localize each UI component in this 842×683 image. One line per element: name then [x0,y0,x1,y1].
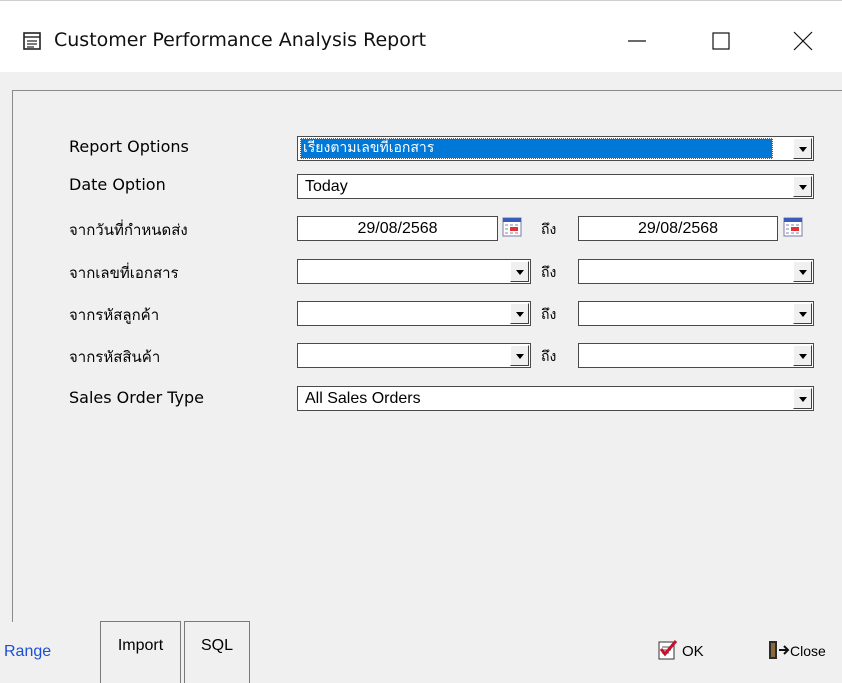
date-from-field[interactable]: 29/08/2568 [297,216,498,241]
product-code-from-select[interactable] [297,343,531,368]
close-icon[interactable] [780,23,826,59]
report-options-label: Report Options [69,137,189,156]
doc-no-to-label: ถึง [541,265,557,281]
date-to-label: ถึง [541,222,557,238]
chevron-down-icon[interactable] [793,345,812,366]
maximize-icon[interactable] [698,23,744,59]
chevron-down-icon[interactable] [793,388,812,409]
report-options-value: เรียงตามเลขที่เอกสาร [300,138,773,159]
minimize-icon[interactable] [614,23,660,59]
tab-range[interactable]: Range [4,643,51,661]
report-icon [23,32,41,50]
chevron-down-icon[interactable] [793,138,812,159]
product-code-to-value [583,345,589,366]
customer-code-from-select[interactable] [297,301,531,326]
product-code-to-select[interactable] [578,343,814,368]
doc-no-from-value [302,261,308,282]
chevron-down-icon[interactable] [793,303,812,324]
sales-order-type-value: All Sales Orders [305,390,421,407]
ok-label: OK [682,643,704,660]
chevron-down-icon[interactable] [793,176,812,197]
date-option-select[interactable]: Today [297,174,814,199]
customer-code-from-value [302,303,308,324]
sales-order-type-select[interactable]: All Sales Orders [297,386,814,411]
report-options-select[interactable]: เรียงตามเลขที่เอกสาร [297,136,814,161]
customer-code-to-select[interactable] [578,301,814,326]
close-label: Close [790,643,826,659]
product-code-from-value [302,345,308,366]
customer-code-to-label: ถึง [541,307,557,323]
tab-import[interactable]: Import [100,621,181,683]
close-button[interactable]: Close [766,638,842,668]
doc-no-to-select[interactable] [578,259,814,284]
calendar-icon[interactable] [502,217,522,237]
sales-order-type-label: Sales Order Type [69,388,204,407]
product-code-to-label: ถึง [541,349,557,365]
ok-button[interactable]: OK [656,638,736,668]
chevron-down-icon[interactable] [510,261,529,282]
date-from-value: 29/08/2568 [357,220,438,237]
exit-door-icon [769,641,790,659]
date-to-value: 29/08/2568 [637,220,719,237]
date-to-field[interactable]: 29/08/2568 [578,216,778,241]
title-bar: Customer Performance Analysis Report [0,0,842,73]
chevron-down-icon[interactable] [510,345,529,366]
doc-no-to-value [583,261,589,282]
tab-sql[interactable]: SQL [184,621,250,683]
tab-import-label: Import [117,637,164,654]
delivery-date-label: จากวันที่กำหนดส่ง [69,221,188,239]
checklist-icon [658,640,678,660]
date-option-label: Date Option [69,175,166,194]
chevron-down-icon[interactable] [510,303,529,324]
tab-sql-label: SQL [200,637,233,654]
product-code-label: จากรหัสสินค้า [69,348,161,366]
customer-code-label: จากรหัสลูกค้า [69,306,160,324]
window-title: Customer Performance Analysis Report [54,29,427,51]
doc-no-label: จากเลขที่เอกสาร [69,264,179,282]
date-option-value: Today [305,178,348,195]
chevron-down-icon[interactable] [793,261,812,282]
customer-code-to-value [583,303,589,324]
calendar-icon[interactable] [783,217,803,237]
doc-no-from-select[interactable] [297,259,531,284]
